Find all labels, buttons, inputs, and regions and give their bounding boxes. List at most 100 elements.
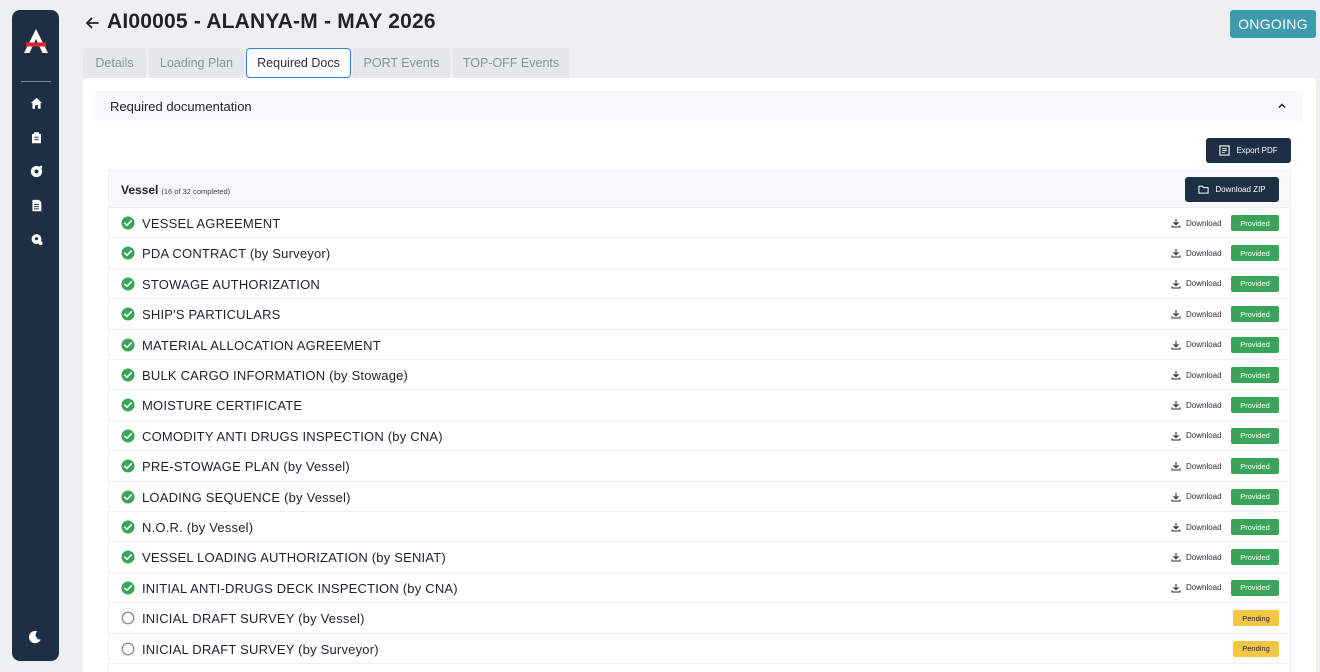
document-row: PDA CONTRACT (by Surveyor) Download Provid… [109, 238, 1290, 269]
sidebar-item-operations[interactable] [28, 163, 44, 179]
status-badge: Provided [1231, 519, 1279, 535]
status-badge: Provided [1231, 245, 1279, 262]
download-link[interactable]: Download [1171, 400, 1222, 410]
download-label: Download [1186, 583, 1222, 593]
page-title: AI00005 - ALANYA-M - MAY 2026 [107, 10, 436, 33]
document-row: N.O.R. (by Vessel) Download Provided [109, 512, 1290, 543]
download-link[interactable]: Download [1171, 248, 1222, 258]
download-link[interactable]: Download [1171, 279, 1222, 289]
document-label: MOISTURE CERTIFICATE [142, 398, 303, 414]
download-icon [1171, 431, 1181, 441]
check-circle-icon [121, 368, 135, 382]
pdf-icon [1219, 145, 1230, 156]
download-icon [1171, 371, 1181, 380]
download-link[interactable]: Download [1171, 552, 1222, 562]
check-circle-icon [121, 307, 135, 321]
download-icon [1171, 401, 1181, 410]
document-label: LOADING SEQUENCE (by Vessel) [142, 489, 351, 505]
check-circle-icon [121, 520, 135, 534]
document-row: SHIP'S PARTICULARS Download Provided [109, 299, 1290, 330]
status-badge: Provided [1231, 458, 1279, 475]
download-icon [1171, 310, 1181, 319]
tab-details[interactable]: Details [83, 48, 146, 78]
status-badge: Pending [1233, 610, 1279, 627]
document-label: INITIAL ANTI-DRUGS DECK INSPECTION (by C… [142, 580, 458, 596]
tab-loading-plan[interactable]: Loading Plan [149, 48, 244, 78]
download-link[interactable]: Download [1171, 431, 1222, 441]
status-badge: Provided [1231, 367, 1279, 383]
logo-icon[interactable] [23, 28, 49, 54]
download-label: Download [1186, 218, 1222, 228]
tab-top-off-events[interactable]: TOP-OFF Events [453, 48, 569, 78]
document-label: INICIAL DRAFT SURVEY (by Surveyor) [142, 641, 379, 657]
required-docs-accordion-header[interactable]: Required documentation [95, 91, 1303, 121]
document-label: MATERIAL ALLOCATION AGREEMENT [142, 337, 381, 353]
empty-circle-icon [121, 642, 135, 655]
download-link[interactable]: Download [1171, 583, 1222, 593]
check-circle-icon [121, 459, 135, 473]
download-zip-label: Download ZIP [1215, 185, 1266, 194]
sidebar-item-clipboard[interactable] [28, 129, 44, 145]
check-circle-icon [121, 490, 135, 504]
document-label: BULK CARGO INFORMATION (by Stowage) [142, 368, 409, 383]
document-label: VESSEL AGREEMENT [142, 216, 281, 231]
download-link[interactable]: Download [1171, 370, 1222, 380]
document-row: STOWAGE AUTHORIZATION Download Provided [109, 269, 1290, 300]
download-link[interactable]: Download [1171, 492, 1222, 502]
status-badge: Provided [1231, 488, 1279, 505]
download-icon [1171, 279, 1181, 289]
sidebar-item-locations[interactable] [28, 231, 44, 247]
home-icon [30, 97, 42, 109]
tab-port-events[interactable]: PORT Events [353, 48, 450, 78]
back-arrow-icon[interactable] [84, 15, 100, 31]
download-link[interactable]: Download [1171, 309, 1222, 319]
check-circle-icon [121, 216, 135, 230]
status-badge: Provided [1231, 397, 1279, 414]
document-label: VESSEL LOADING AUTHORIZATION (by SENIAT) [142, 550, 446, 566]
status-badge: Provided [1231, 275, 1279, 292]
check-circle-icon [121, 246, 135, 260]
document-row: MATERIAL ALLOCATION AGREEMENT Download Pro… [109, 330, 1290, 360]
moon-icon[interactable] [28, 630, 42, 644]
chevron-up-icon[interactable] [1277, 101, 1287, 111]
section-title: Required documentation [110, 99, 252, 114]
download-link[interactable]: Download [1171, 340, 1222, 350]
document-row: COMODITY ANTI DRUGS INSPECTION (by CNA) D… [109, 421, 1290, 452]
export-pdf-button[interactable]: Export PDF [1206, 138, 1291, 163]
sidebar-divider [21, 81, 51, 82]
status-badge: Provided [1231, 427, 1279, 444]
status-badge: Provided [1231, 215, 1279, 231]
document-row: INITIAL ANTI-DRUGS DECK INSPECTION (by C… [109, 573, 1290, 604]
download-icon [1171, 340, 1181, 350]
document-label: PDA CONTRACT (by Surveyor) [142, 246, 331, 262]
status-badge: Pending [1233, 640, 1279, 657]
sidebar-item-documents[interactable] [28, 197, 44, 213]
tab-required-docs[interactable]: Required Docs [246, 48, 351, 78]
check-circle-icon [121, 429, 135, 443]
download-label: Download [1186, 370, 1222, 380]
status-badge[interactable]: ONGOING [1230, 10, 1316, 38]
empty-circle-icon [121, 611, 135, 625]
document-label: STOWAGE AUTHORIZATION [142, 276, 321, 292]
clipboard-icon [31, 131, 41, 143]
download-link[interactable]: Download [1171, 522, 1222, 532]
download-label: Download [1186, 400, 1222, 410]
check-circle-icon [121, 338, 135, 352]
document-row: MOISTURE CERTIFICATE Download Provided [109, 390, 1290, 421]
download-label: Download [1186, 552, 1222, 562]
check-circle-icon [121, 581, 135, 595]
document-label: N.O.R. (by Vessel) [142, 520, 254, 535]
sidebar-item-home[interactable] [28, 95, 44, 111]
download-icon [1171, 492, 1181, 502]
vessel-docs-group: Vessel (16 of 32 completed) Download ZIP … [108, 170, 1291, 672]
download-icon [1171, 219, 1181, 228]
status-badge: Provided [1231, 336, 1279, 353]
download-icon [1171, 523, 1181, 532]
check-circle-icon [121, 550, 135, 564]
download-link[interactable]: Download [1171, 218, 1222, 228]
download-zip-button[interactable]: Download ZIP [1185, 177, 1279, 202]
folder-icon [1198, 185, 1209, 194]
download-label: Download [1186, 492, 1222, 502]
status-badge: Provided [1231, 549, 1279, 566]
download-link[interactable]: Download [1171, 461, 1222, 471]
